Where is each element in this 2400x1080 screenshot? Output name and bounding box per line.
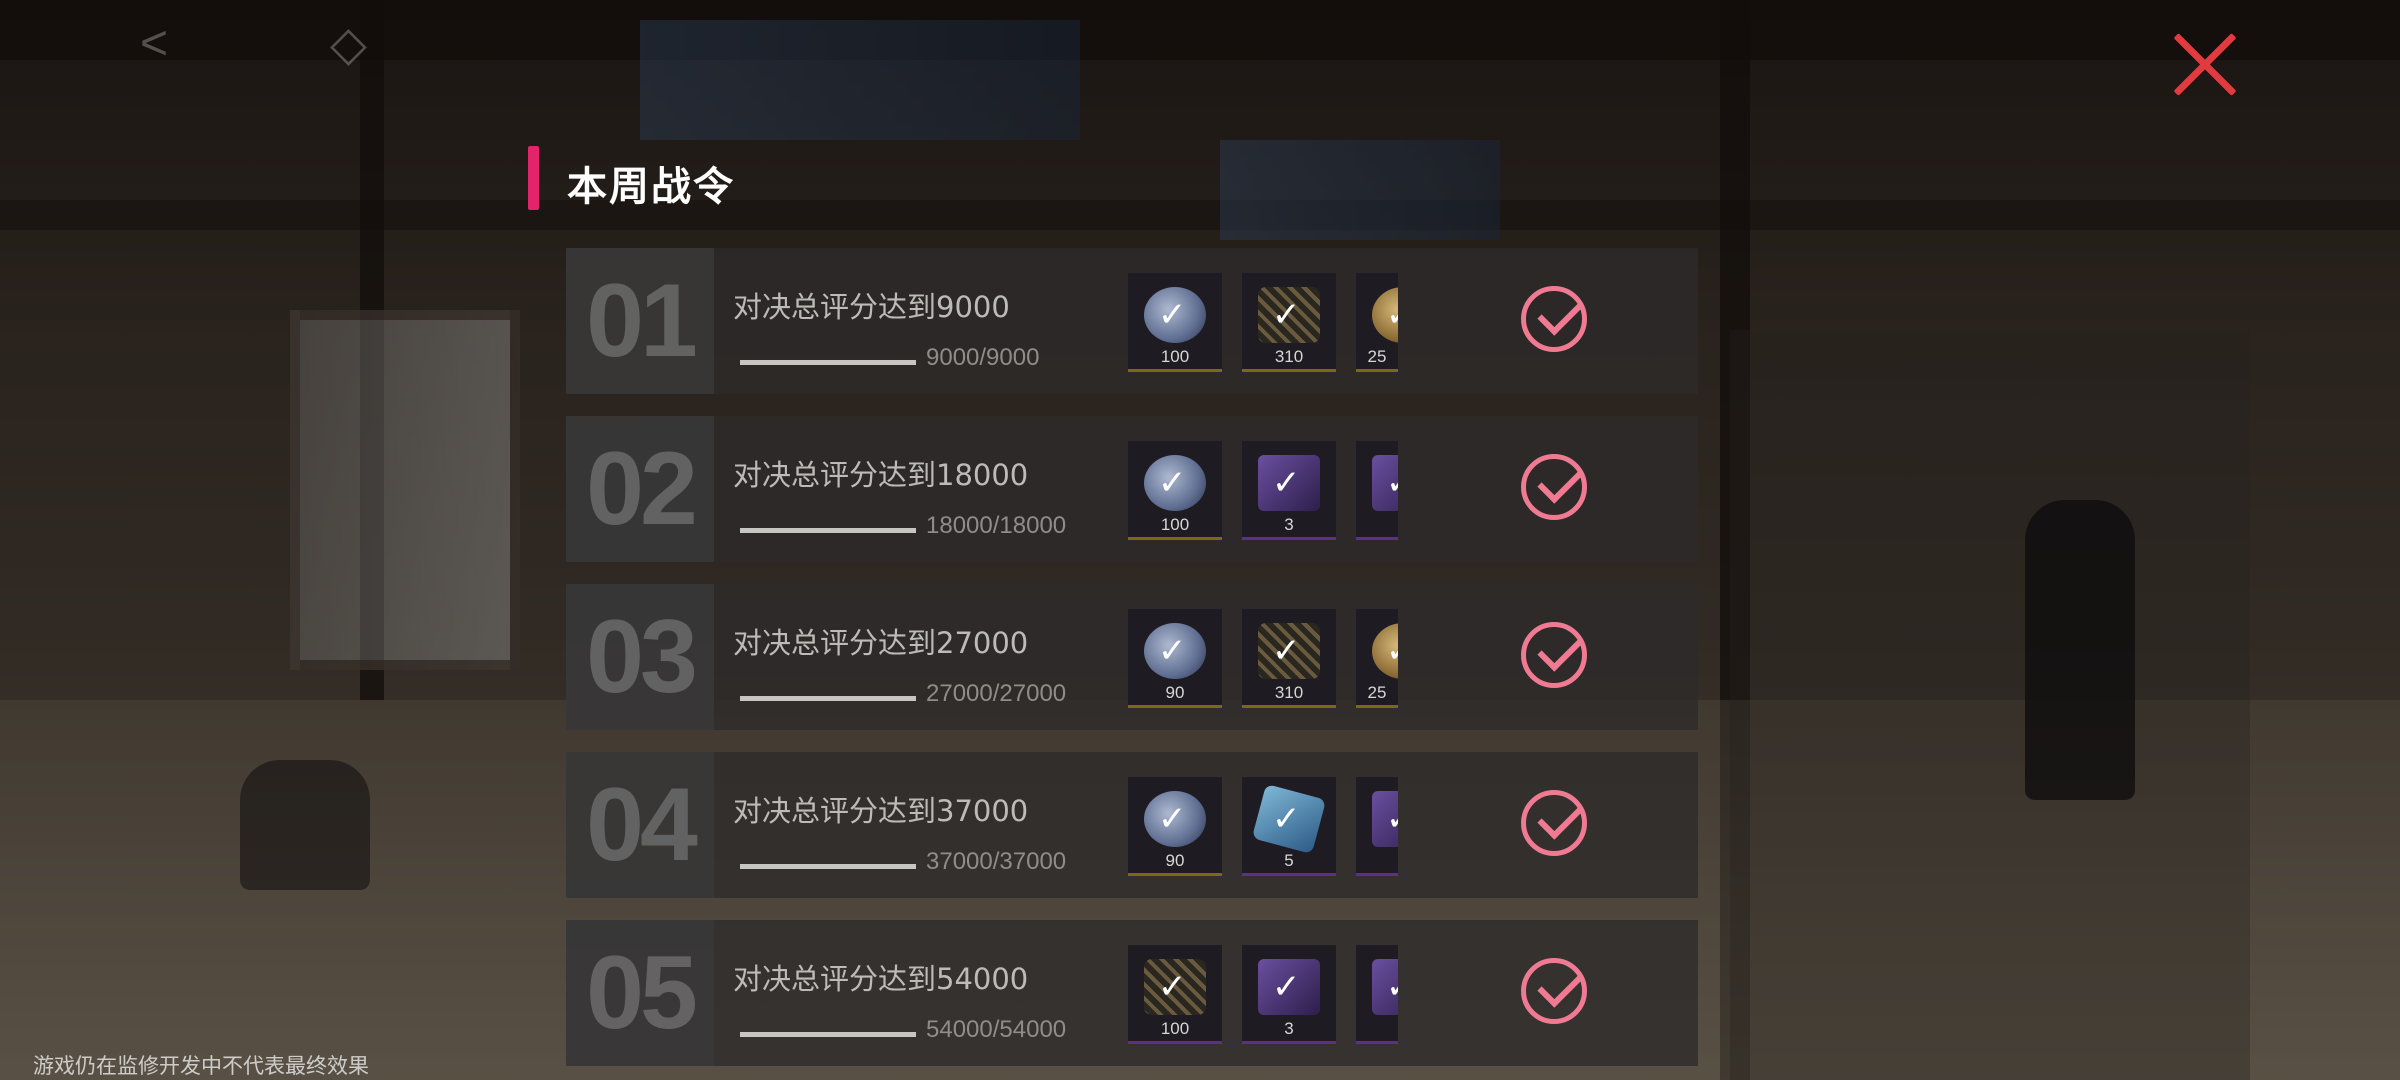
reward-qty: 310 xyxy=(1274,683,1304,702)
task-progress-text: 18000/18000 xyxy=(926,512,1067,539)
task-label: 对决总评分达到54000 xyxy=(733,962,1029,996)
claimed-check-icon: ✓ xyxy=(1386,799,1398,839)
check-circle-icon xyxy=(1521,454,1587,520)
reward-qty: 100 xyxy=(1160,1019,1190,1038)
task-label: 对决总评分达到37000 xyxy=(733,794,1029,828)
claimed-check-icon: ✓ xyxy=(1386,631,1398,671)
task-progress-text: 54000/54000 xyxy=(926,1016,1067,1043)
task-label: 对决总评分达到18000 xyxy=(733,458,1029,492)
reward-item[interactable]: ✓ 100 xyxy=(1128,441,1222,540)
claimed-check-icon: ✓ xyxy=(1158,296,1187,334)
claimed-check-icon: ✓ xyxy=(1386,295,1398,335)
reward-item[interactable]: ✓ 25 xyxy=(1356,609,1398,708)
task-row[interactable]: 03 对决总评分达到27000 27000/27000 ✓ 90 ✓ 310 ✓… xyxy=(566,584,1698,730)
task-progress-fill xyxy=(740,528,916,533)
task-index-box: 03 xyxy=(566,584,714,730)
task-progress-fill xyxy=(740,696,916,701)
claimed-check-icon: ✓ xyxy=(1272,800,1301,838)
task-index-box: 02 xyxy=(566,416,714,562)
reward-qty: 100 xyxy=(1160,347,1190,366)
claimed-check-icon: ✓ xyxy=(1272,632,1301,670)
reward-qty: 90 xyxy=(1165,683,1185,702)
claimed-check-icon: ✓ xyxy=(1386,463,1398,503)
reward-qty: 5 xyxy=(1284,851,1294,870)
dev-disclaimer: 游戏仍在监修开发中不代表最终效果 xyxy=(33,1054,369,1078)
claimed-check-icon: ✓ xyxy=(1158,968,1187,1006)
task-progress-bar xyxy=(740,528,916,533)
task-label: 对决总评分达到9000 xyxy=(733,290,1010,324)
title-accent-bar xyxy=(528,146,539,210)
task-row[interactable]: 04 对决总评分达到37000 37000/37000 ✓ 90 ✓ 5 ✓ xyxy=(566,752,1698,898)
close-button[interactable] xyxy=(2170,30,2240,100)
claimed-check-icon: ✓ xyxy=(1272,968,1301,1006)
reward-item[interactable]: ✓ 310 xyxy=(1242,273,1336,372)
reward-item[interactable]: ✓ 3 xyxy=(1242,441,1336,540)
task-progress-bar xyxy=(740,696,916,701)
task-row[interactable]: 01 对决总评分达到9000 9000/9000 ✓ 100 ✓ 310 ✓ 2… xyxy=(566,248,1698,394)
reward-item[interactable]: ✓ 310 xyxy=(1242,609,1336,708)
reward-item[interactable]: ✓ xyxy=(1356,945,1398,1044)
claimed-check-icon: ✓ xyxy=(1386,967,1398,1007)
diamond-icon: ◇ xyxy=(330,18,367,71)
reward-item[interactable]: ✓ xyxy=(1356,441,1398,540)
claimed-check-icon: ✓ xyxy=(1158,800,1187,838)
task-progress-bar xyxy=(740,864,916,869)
reward-qty: 310 xyxy=(1274,347,1304,366)
task-index: 01 xyxy=(586,262,698,379)
task-progress-text: 9000/9000 xyxy=(926,344,1040,371)
reward-qty: 25 xyxy=(1367,347,1387,366)
task-progress-fill xyxy=(740,864,916,869)
check-circle-icon xyxy=(1521,286,1587,352)
task-row[interactable]: 02 对决总评分达到18000 18000/18000 ✓ 100 ✓ 3 ✓ xyxy=(566,416,1698,562)
reward-qty: 25 xyxy=(1367,683,1387,702)
task-index: 03 xyxy=(586,598,698,715)
task-index: 02 xyxy=(586,430,698,547)
reward-qty: 3 xyxy=(1284,515,1294,534)
claimed-check-icon: ✓ xyxy=(1272,296,1301,334)
reward-item[interactable]: ✓ 25 xyxy=(1356,273,1398,372)
task-index-box: 04 xyxy=(566,752,714,898)
task-progress-bar xyxy=(740,360,916,365)
reward-item[interactable]: ✓ 100 xyxy=(1128,945,1222,1044)
task-index-box: 05 xyxy=(566,920,714,1066)
reward-item[interactable]: ✓ 3 xyxy=(1242,945,1336,1044)
reward-item[interactable]: ✓ 5 xyxy=(1242,777,1336,876)
claimed-check-icon: ✓ xyxy=(1272,464,1301,502)
reward-item[interactable]: ✓ xyxy=(1356,777,1398,876)
task-progress-fill xyxy=(740,360,916,365)
claimed-check-icon: ✓ xyxy=(1158,464,1187,502)
task-row[interactable]: 05 对决总评分达到54000 54000/54000 ✓ 100 ✓ 3 ✓ xyxy=(566,920,1698,1066)
task-index: 05 xyxy=(586,934,698,1051)
share-icon: < xyxy=(140,17,169,70)
check-circle-icon xyxy=(1521,790,1587,856)
panel-title: 本周战令 xyxy=(567,163,735,210)
task-progress-text: 37000/37000 xyxy=(926,848,1067,875)
reward-item[interactable]: ✓ 90 xyxy=(1128,777,1222,876)
reward-item[interactable]: ✓ 100 xyxy=(1128,273,1222,372)
reward-qty: 100 xyxy=(1160,515,1190,534)
claimed-check-icon: ✓ xyxy=(1158,632,1187,670)
check-circle-icon xyxy=(1521,622,1587,688)
task-index: 04 xyxy=(586,766,698,883)
task-label: 对决总评分达到27000 xyxy=(733,626,1029,660)
reward-item[interactable]: ✓ 90 xyxy=(1128,609,1222,708)
check-circle-icon xyxy=(1521,958,1587,1024)
task-progress-bar xyxy=(740,1032,916,1037)
reward-qty: 3 xyxy=(1284,1019,1294,1038)
task-progress-text: 27000/27000 xyxy=(926,680,1067,707)
task-index-box: 01 xyxy=(566,248,714,394)
task-progress-fill xyxy=(740,1032,916,1037)
reward-qty: 90 xyxy=(1165,851,1185,870)
